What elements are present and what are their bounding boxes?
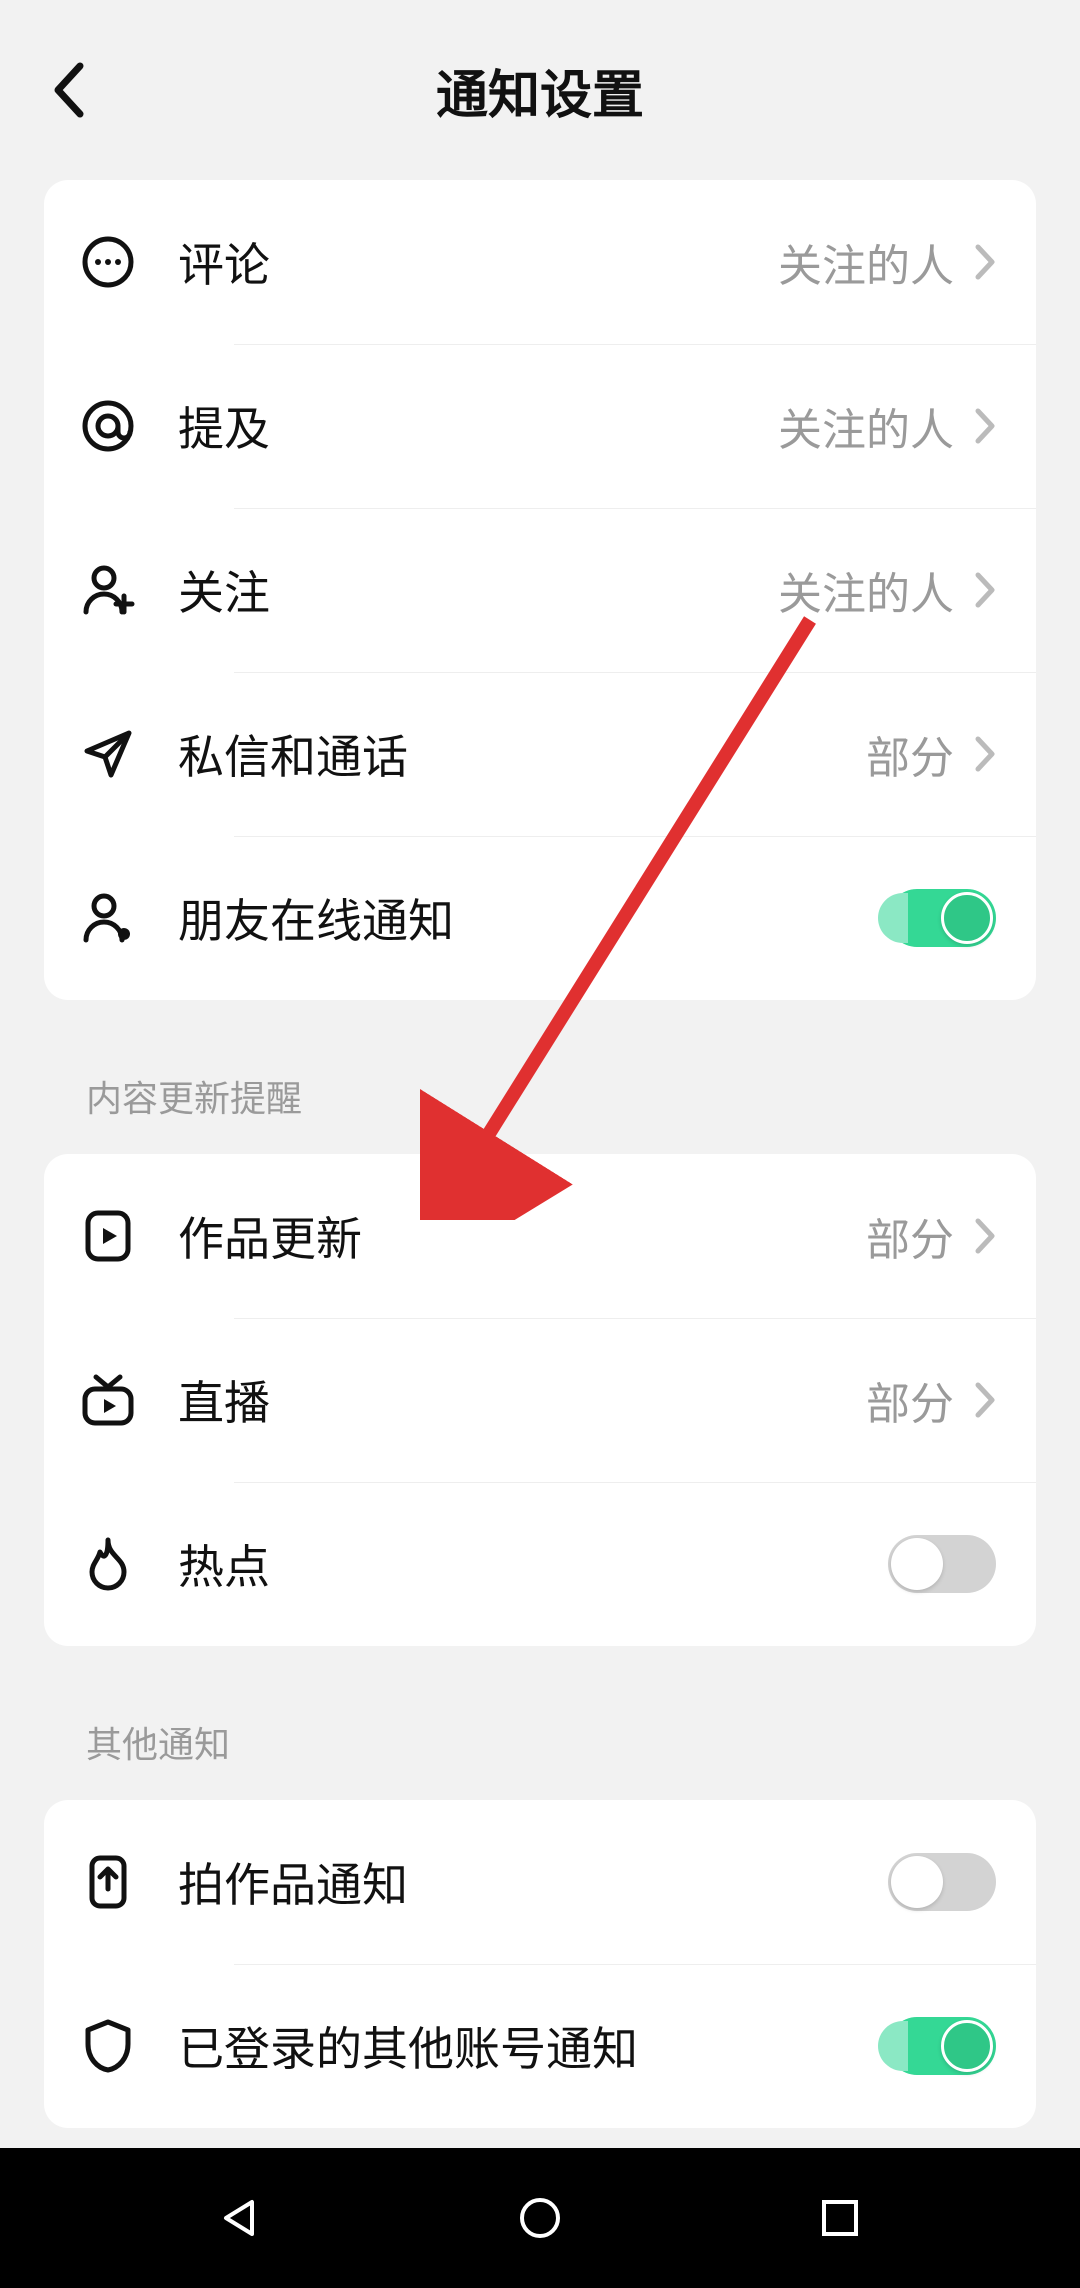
triangle-back-icon <box>216 2194 264 2242</box>
row-label: 拍作品通知 <box>178 1849 888 1915</box>
at-icon <box>78 396 138 456</box>
person-online-icon <box>78 888 138 948</box>
comment-icon <box>78 232 138 292</box>
row-works-update[interactable]: 作品更新 部分 <box>44 1154 1036 1318</box>
nav-home-button[interactable] <box>505 2183 575 2253</box>
chevron-right-icon <box>974 735 996 773</box>
header: 通知设置 <box>0 0 1080 180</box>
row-create-notify[interactable]: 拍作品通知 <box>44 1800 1036 1964</box>
toggle-other-account-notify[interactable] <box>888 2017 996 2075</box>
settings-group-interactions: 评论 关注的人 提及 关注的人 关注 关注的人 私信和通话 部分 <box>44 180 1036 1000</box>
row-dm-call[interactable]: 私信和通话 部分 <box>44 672 1036 836</box>
chevron-right-icon <box>974 571 996 609</box>
phone-upload-icon <box>78 1852 138 1912</box>
row-label: 关注 <box>178 557 778 623</box>
row-label: 作品更新 <box>178 1203 866 1269</box>
tv-icon <box>78 1370 138 1430</box>
row-mentions[interactable]: 提及 关注的人 <box>44 344 1036 508</box>
send-icon <box>78 724 138 784</box>
back-button[interactable] <box>44 66 92 114</box>
row-label: 提及 <box>178 393 778 459</box>
row-comments[interactable]: 评论 关注的人 <box>44 180 1036 344</box>
row-label: 私信和通话 <box>178 721 866 787</box>
row-label: 已登录的其他账号通知 <box>178 2013 888 2079</box>
chevron-left-icon <box>50 60 86 120</box>
row-label: 评论 <box>178 229 778 295</box>
row-label: 热点 <box>178 1531 888 1597</box>
section-title-other: 其他通知 <box>86 1716 1080 1768</box>
chevron-right-icon <box>974 1381 996 1419</box>
video-play-icon <box>78 1206 138 1266</box>
fire-icon <box>78 1534 138 1594</box>
row-label: 直播 <box>178 1367 866 1433</box>
row-other-account-notify[interactable]: 已登录的其他账号通知 <box>44 1964 1036 2128</box>
settings-group-content-updates: 作品更新 部分 直播 部分 热点 <box>44 1154 1036 1646</box>
row-value: 部分 <box>866 722 954 786</box>
person-add-icon <box>78 560 138 620</box>
page-title: 通知设置 <box>436 53 644 128</box>
system-navbar <box>0 2148 1080 2288</box>
settings-group-other: 拍作品通知 已登录的其他账号通知 <box>44 1800 1036 2128</box>
circle-home-icon <box>516 2194 564 2242</box>
row-hot[interactable]: 热点 <box>44 1482 1036 1646</box>
row-value: 部分 <box>866 1368 954 1432</box>
square-recents-icon <box>818 2196 862 2240</box>
toggle-create-notify[interactable] <box>888 1853 996 1911</box>
nav-recents-button[interactable] <box>805 2183 875 2253</box>
row-value: 关注的人 <box>778 558 954 622</box>
row-follow[interactable]: 关注 关注的人 <box>44 508 1036 672</box>
row-value: 部分 <box>866 1204 954 1268</box>
row-friend-online[interactable]: 朋友在线通知 <box>44 836 1036 1000</box>
nav-back-button[interactable] <box>205 2183 275 2253</box>
row-live[interactable]: 直播 部分 <box>44 1318 1036 1482</box>
toggle-friend-online[interactable] <box>888 889 996 947</box>
toggle-hot[interactable] <box>888 1535 996 1593</box>
row-value: 关注的人 <box>778 394 954 458</box>
chevron-right-icon <box>974 407 996 445</box>
section-title-content-updates: 内容更新提醒 <box>86 1070 1080 1122</box>
row-value: 关注的人 <box>778 230 954 294</box>
chevron-right-icon <box>974 243 996 281</box>
row-label: 朋友在线通知 <box>178 885 888 951</box>
shield-icon <box>78 2016 138 2076</box>
chevron-right-icon <box>974 1217 996 1255</box>
